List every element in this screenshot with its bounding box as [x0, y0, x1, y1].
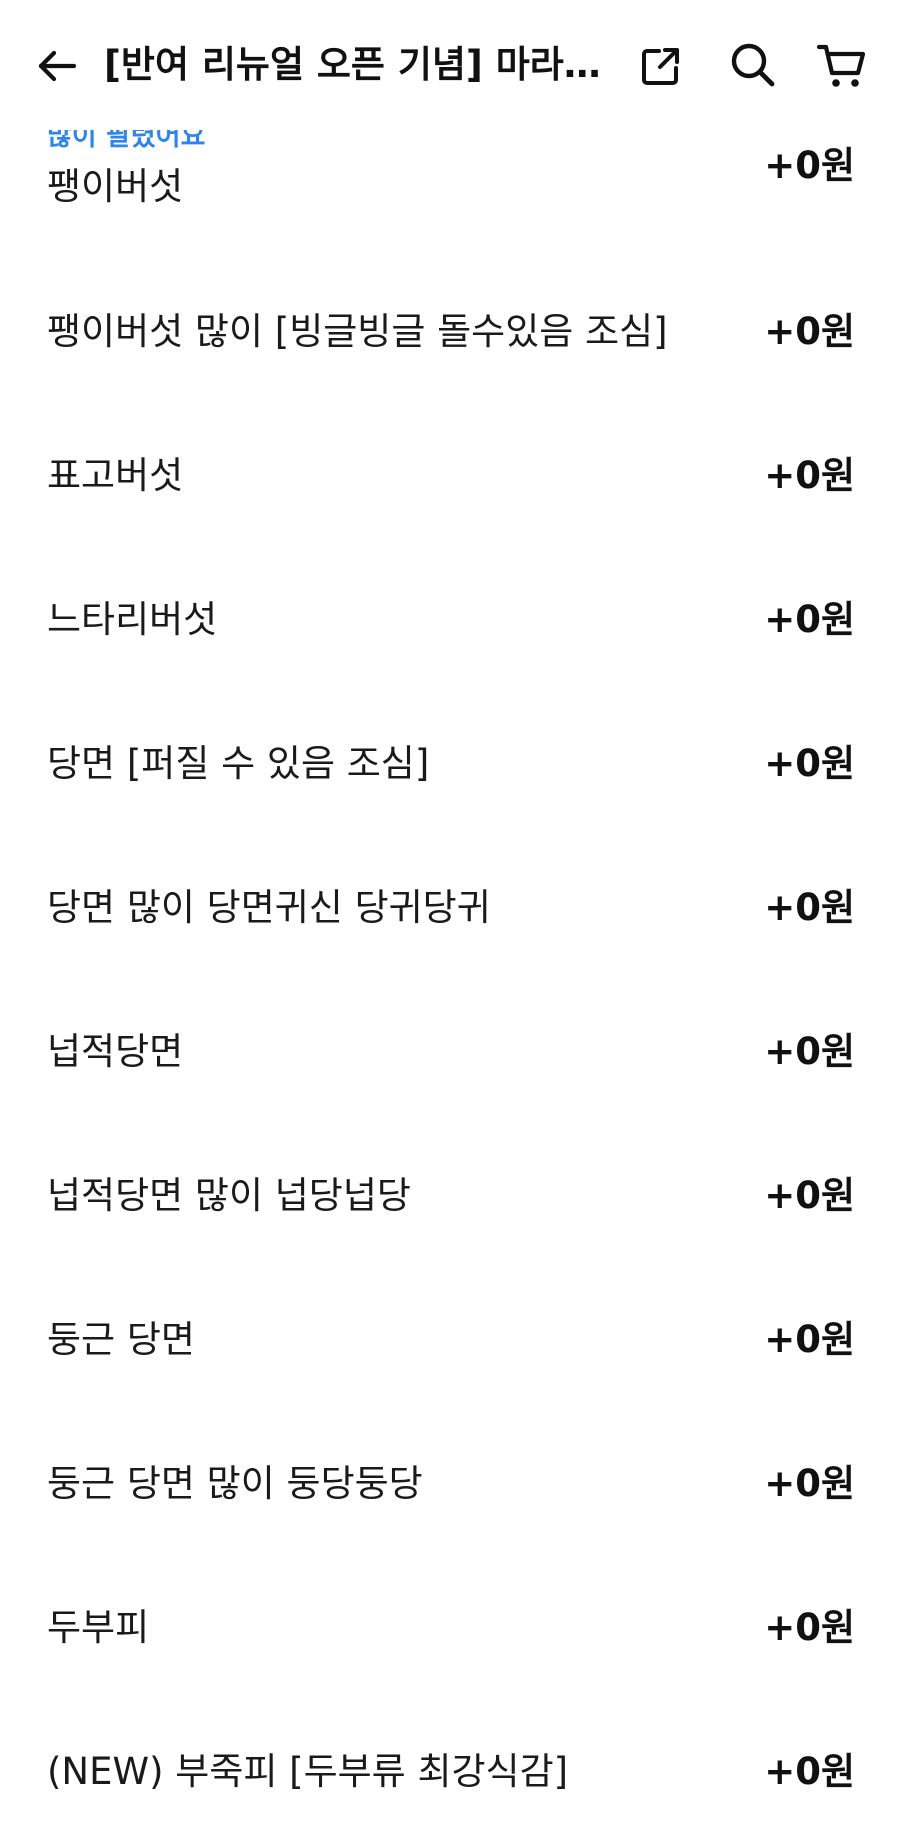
option-name: 둥근 당면: [47, 1318, 195, 1361]
option-list: 많이 팔렸어요 팽이버섯 +0원 팽이버섯 많이 [빙글빙글 돌수있음 조심] …: [0, 0, 900, 1837]
option-price: +0원: [764, 1750, 855, 1793]
option-name: 넙적당면 많이 넙당넙당: [47, 1174, 411, 1217]
option-price: +0원: [764, 742, 855, 785]
option-name: 넙적당면: [47, 1030, 184, 1073]
option-name: 두부피: [47, 1606, 150, 1649]
option-name: (NEW) 부죽피 [두부류 최강식감]: [47, 1750, 569, 1793]
option-price: +0원: [764, 1030, 855, 1073]
option-price: +0원: [764, 144, 855, 187]
option-price: +0원: [764, 1174, 855, 1217]
cart-icon[interactable]: [815, 40, 869, 94]
option-name: 팽이버섯 많이 [빙글빙글 돌수있음 조심]: [47, 310, 668, 353]
option-name: 당면 많이 당면귀신 당귀당귀: [47, 886, 491, 929]
option-name: 당면 [퍼질 수 있음 조심]: [47, 742, 430, 785]
back-arrow-icon[interactable]: [34, 44, 78, 88]
option-price: +0원: [764, 1462, 855, 1505]
option-name: 표고버섯: [47, 454, 184, 497]
option-price: +0원: [764, 598, 855, 641]
top-app-bar: [반여 리뉴얼 오픈 기념] 마라탕…: [0, 0, 900, 130]
option-price: +0원: [764, 310, 855, 353]
share-icon[interactable]: [638, 43, 684, 89]
search-icon[interactable]: [728, 40, 778, 90]
option-name: 둥근 당면 많이 둥당둥당: [47, 1462, 423, 1505]
option-price: +0원: [764, 1318, 855, 1361]
option-price: +0원: [764, 1606, 855, 1649]
option-name: 느타리버섯: [47, 598, 218, 641]
option-price: +0원: [764, 454, 855, 497]
option-price: +0원: [764, 886, 855, 929]
page-title: [반여 리뉴얼 오픈 기념] 마라탕…: [104, 43, 614, 86]
option-name: 팽이버섯: [47, 165, 184, 208]
